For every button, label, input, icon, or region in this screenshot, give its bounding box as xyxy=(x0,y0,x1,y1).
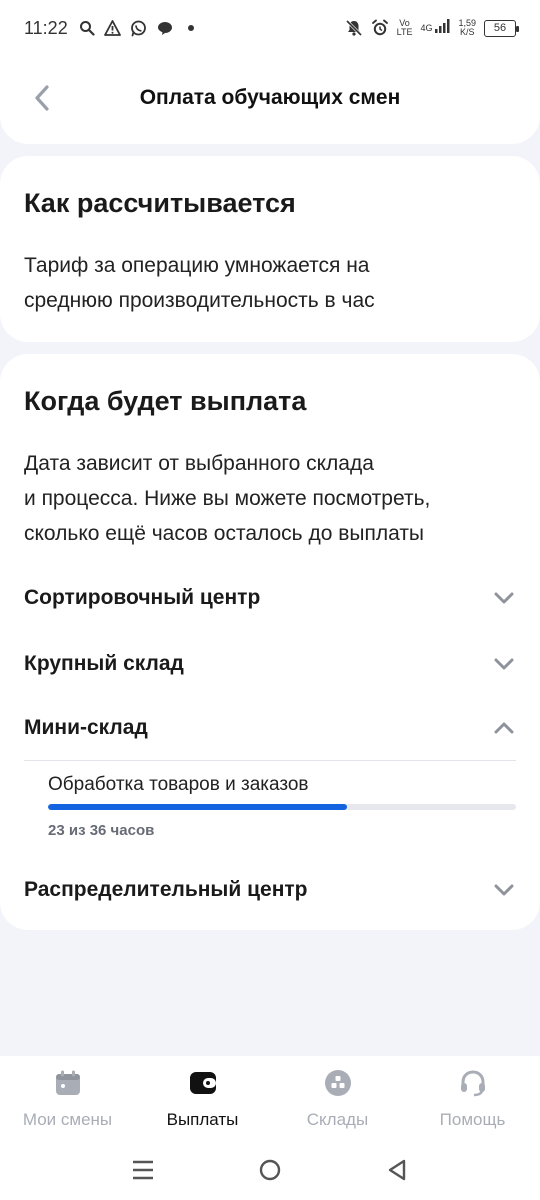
message-icon xyxy=(156,19,174,37)
chevron-down-icon xyxy=(492,652,516,676)
system-back-button[interactable] xyxy=(377,1150,417,1190)
battery-level: 56 xyxy=(493,22,507,34)
signal-icon xyxy=(434,18,450,39)
wallet-icon xyxy=(188,1068,218,1098)
accordion-distribution-center[interactable]: Распределительный центр xyxy=(24,870,516,910)
alarm-icon xyxy=(371,19,389,37)
chevron-up-icon xyxy=(492,716,516,740)
process-label: Обработка товаров и заказов xyxy=(48,774,309,795)
status-bar: 11:22 Vo LTE 4G 1,59 K/S 56 xyxy=(0,0,540,56)
triangle-back-icon xyxy=(388,1159,405,1181)
app-screen: 11:22 Vo LTE 4G 1,59 K/S 56 Оплата обуча… xyxy=(0,0,540,1200)
dot-icon xyxy=(182,19,200,37)
accordion-mini-warehouse[interactable]: Мини-склад xyxy=(24,708,516,748)
system-nav xyxy=(0,1140,540,1200)
network-indicator: 4G xyxy=(420,18,450,39)
payout-title: Когда будет выплата xyxy=(24,386,307,416)
warning-icon xyxy=(104,19,122,37)
accordion-divider xyxy=(24,760,516,761)
whatsapp-icon xyxy=(130,19,148,37)
accordion-sorting-center[interactable]: Сортировочный центр xyxy=(24,578,516,618)
progress-caption: 23 из 36 часов xyxy=(48,822,155,839)
chevron-down-icon xyxy=(492,878,516,902)
recent-apps-button[interactable] xyxy=(123,1150,163,1190)
nav-help[interactable]: Помощь xyxy=(408,1068,538,1130)
payout-card: Когда будет выплата Дата зависит от выбр… xyxy=(0,354,540,930)
menu-icon xyxy=(133,1160,154,1180)
search-icon xyxy=(78,19,96,37)
volte-indicator: Vo LTE xyxy=(396,18,413,37)
bottom-nav: Мои смены Выплаты Склады Помощь xyxy=(0,1056,540,1140)
page-title: Оплата обучающих смен xyxy=(139,86,401,109)
calculation-card: Как рассчитывается Тариф за операцию умн… xyxy=(0,156,540,342)
calculation-title: Как рассчитывается xyxy=(24,188,296,218)
speed-indicator: 1,59 K/S xyxy=(458,18,476,37)
circle-icon xyxy=(259,1159,281,1181)
header: Оплата обучающих смен xyxy=(0,56,540,144)
chevron-down-icon xyxy=(492,586,516,610)
payout-text: Дата зависит от выбранного склада и проц… xyxy=(24,452,431,545)
status-time: 11:22 xyxy=(24,17,68,38)
warehouse-icon xyxy=(323,1068,353,1098)
nav-my-shifts[interactable]: Мои смены xyxy=(3,1068,133,1130)
nav-warehouses[interactable]: Склады xyxy=(273,1068,403,1130)
accordion-large-warehouse[interactable]: Крупный склад xyxy=(24,644,516,684)
progress-fill xyxy=(48,804,347,810)
calendar-icon xyxy=(53,1068,83,1098)
progress-track xyxy=(48,804,516,810)
calculation-text: Тариф за операцию умножается на среднюю … xyxy=(24,254,375,312)
status-right: Vo LTE 4G 1,59 K/S 56 xyxy=(345,18,519,39)
home-button[interactable] xyxy=(250,1150,290,1190)
process-progress: Обработка товаров и заказов 23 из 36 час… xyxy=(48,774,516,839)
battery-icon: 56 xyxy=(484,19,519,37)
nav-payouts[interactable]: Выплаты xyxy=(138,1068,268,1130)
status-left-icons xyxy=(78,19,200,37)
headset-icon xyxy=(458,1068,488,1098)
mute-icon xyxy=(345,19,363,37)
